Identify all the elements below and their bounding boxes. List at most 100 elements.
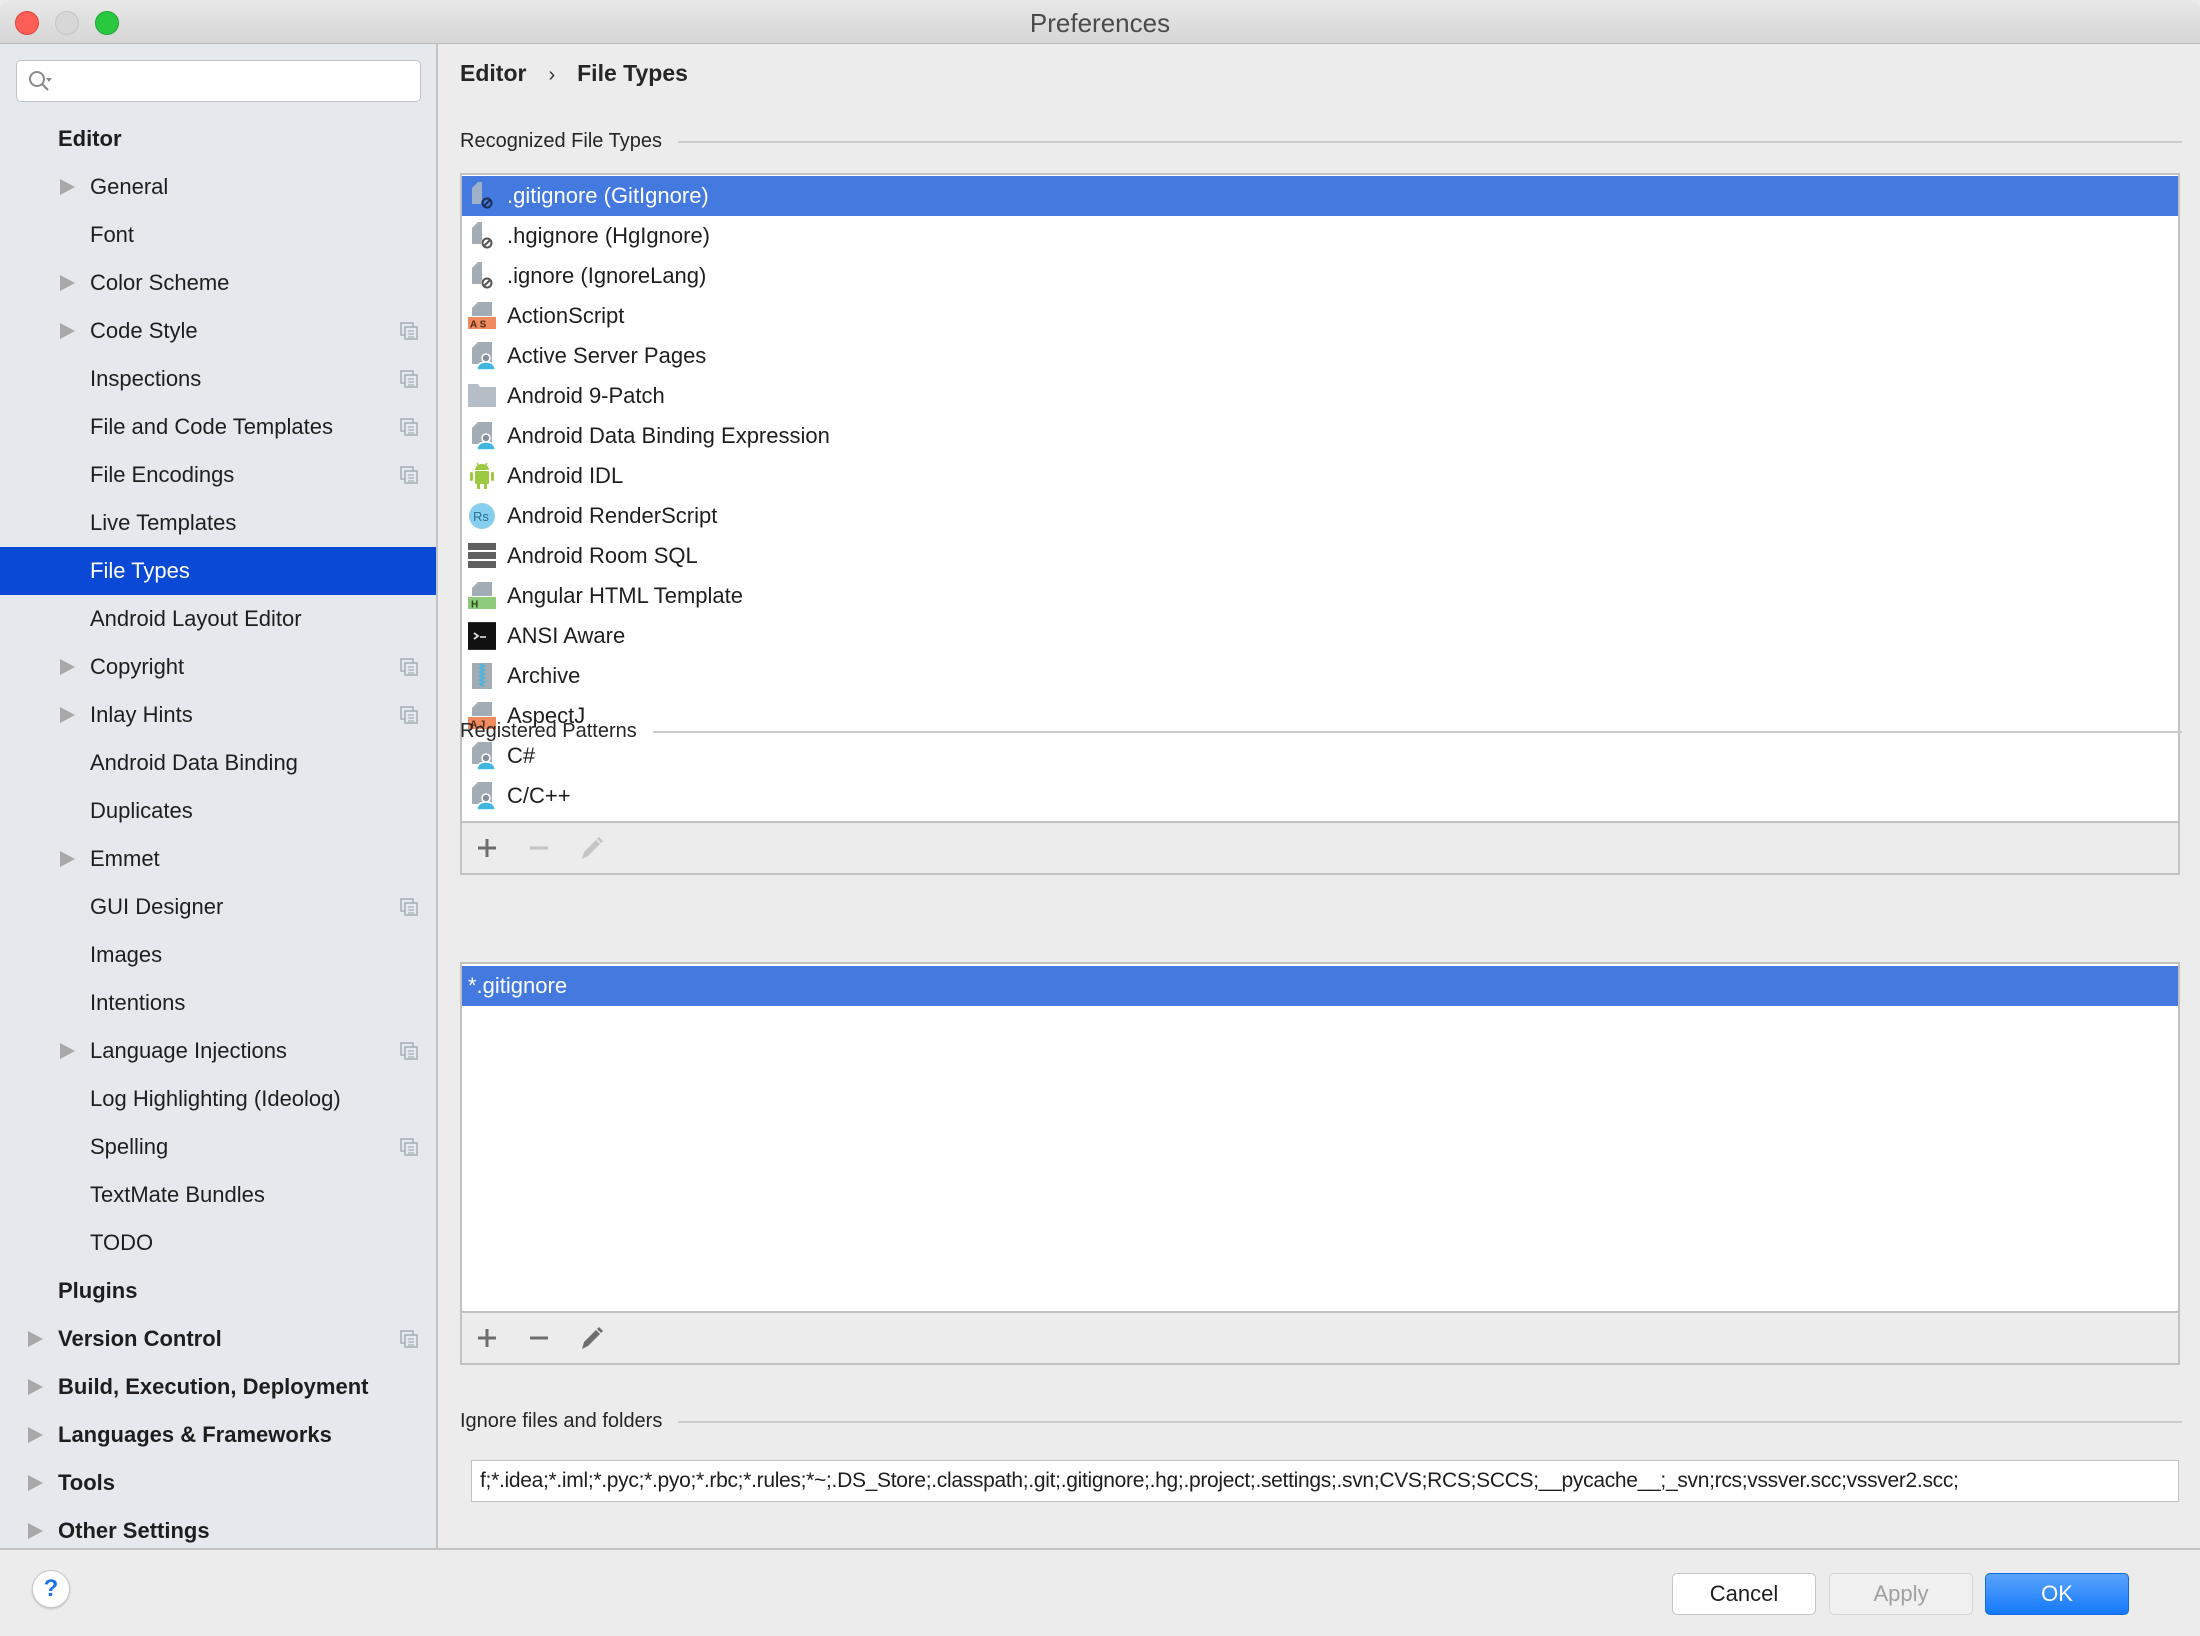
window-title: Preferences xyxy=(1029,8,1171,38)
recognized-file-types-label: Recognized File Types xyxy=(460,130,662,152)
custom-file-icon xyxy=(472,342,496,370)
sidebar-item-android-layout-editor[interactable]: Android Layout Editor xyxy=(0,595,436,643)
sidebar-item-todo[interactable]: TODO xyxy=(0,1219,436,1267)
file-type-row[interactable]: .hgignore (HgIgnore) xyxy=(462,216,2178,256)
sidebar-item-label: Version Control xyxy=(58,1326,222,1351)
sidebar-item-general[interactable]: General xyxy=(0,163,436,211)
file-type-row[interactable]: H Angular HTML Template xyxy=(462,576,2178,616)
sidebar-item-intentions[interactable]: Intentions xyxy=(0,979,436,1027)
file-type-row[interactable]: Archive xyxy=(462,656,2178,696)
custom-file-icon xyxy=(472,782,496,810)
sidebar-item-label: Log Highlighting (Ideolog) xyxy=(90,1086,341,1111)
sidebar-item-android-data-binding[interactable]: Android Data Binding xyxy=(0,739,436,787)
sidebar-item-live-templates[interactable]: Live Templates xyxy=(0,499,436,547)
sidebar-item-label: Editor xyxy=(58,126,122,151)
sidebar-item-language-injections[interactable]: Language Injections xyxy=(0,1027,436,1075)
sidebar-item-font[interactable]: Font xyxy=(0,211,436,259)
file-type-row[interactable]: C/C++ xyxy=(462,776,2178,816)
add-file-type-button[interactable] xyxy=(474,835,500,861)
section-divider xyxy=(678,1420,2182,1423)
sidebar-item-log-highlighting-ideolog[interactable]: Log Highlighting (Ideolog) xyxy=(0,1075,436,1123)
sidebar-item-emmet[interactable]: Emmet xyxy=(0,835,436,883)
sidebar-item-label: Emmet xyxy=(90,846,160,871)
pattern-row[interactable]: *.gitignore xyxy=(462,966,2178,1006)
sidebar-item-code-style[interactable]: Code Style xyxy=(0,307,436,355)
sidebar-item-label: Build, Execution, Deployment xyxy=(58,1374,369,1399)
sidebar-item-tools[interactable]: Tools xyxy=(0,1459,436,1507)
sidebar-item-color-scheme[interactable]: Color Scheme xyxy=(0,259,436,307)
project-settings-icon xyxy=(400,370,418,388)
sidebar-item-inspections[interactable]: Inspections xyxy=(0,355,436,403)
sidebar-item-label: Intentions xyxy=(90,990,186,1015)
expand-arrow-icon[interactable] xyxy=(28,1331,43,1347)
sidebar-item-plugins[interactable]: Plugins xyxy=(0,1267,436,1315)
sidebar-item-label: Inspections xyxy=(90,366,202,391)
recognized-toolbar xyxy=(460,823,2180,875)
file-type-row[interactable]: .gitignore (GitIgnore) xyxy=(462,176,2178,216)
sidebar-item-label: File Types xyxy=(90,558,190,583)
expand-arrow-icon[interactable] xyxy=(28,1475,43,1491)
expand-arrow-icon[interactable] xyxy=(28,1523,43,1539)
file-type-label: ActionScript xyxy=(507,303,625,328)
cancel-button[interactable]: Cancel xyxy=(1672,1573,1816,1615)
sidebar-item-copyright[interactable]: Copyright xyxy=(0,643,436,691)
expand-arrow-icon[interactable] xyxy=(60,659,75,675)
file-type-row[interactable]: Android 9-Patch xyxy=(462,376,2178,416)
file-type-row[interactable]: Android Room SQL xyxy=(462,536,2178,576)
sidebar-item-label: File Encodings xyxy=(90,462,235,487)
sidebar-item-build-execution-deployment[interactable]: Build, Execution, Deployment xyxy=(0,1363,436,1411)
ok-button[interactable]: OK xyxy=(1985,1573,2129,1615)
help-button[interactable]: ? xyxy=(32,1570,70,1608)
sidebar-item-languages-frameworks[interactable]: Languages & Frameworks xyxy=(0,1411,436,1459)
edit-pattern-button[interactable] xyxy=(578,1325,604,1351)
file-type-label: Angular HTML Template xyxy=(507,583,743,608)
settings-search-input[interactable] xyxy=(16,60,421,102)
sidebar-item-editor[interactable]: Editor xyxy=(0,115,436,163)
sidebar-item-label: Code Style xyxy=(90,318,198,343)
sidebar-item-duplicates[interactable]: Duplicates xyxy=(0,787,436,835)
ignore-file-icon xyxy=(472,262,493,289)
svg-text:A S: A S xyxy=(470,320,487,331)
apply-button[interactable]: Apply xyxy=(1829,1573,1973,1615)
registered-patterns-list[interactable]: *.gitignore xyxy=(460,962,2180,1313)
file-type-row[interactable]: Rs Android RenderScript xyxy=(462,496,2178,536)
file-type-row[interactable]: Active Server Pages xyxy=(462,336,2178,376)
sidebar-item-inlay-hints[interactable]: Inlay Hints xyxy=(0,691,436,739)
expand-arrow-icon[interactable] xyxy=(60,707,75,723)
sidebar-item-images[interactable]: Images xyxy=(0,931,436,979)
file-type-row[interactable]: .ignore (IgnoreLang) xyxy=(462,256,2178,296)
expand-arrow-icon[interactable] xyxy=(60,323,75,339)
title-bar: Preferences xyxy=(0,0,2200,44)
sidebar-item-label: Plugins xyxy=(58,1278,138,1303)
file-type-row[interactable]: A S ActionScript xyxy=(462,296,2178,336)
expand-arrow-icon[interactable] xyxy=(60,1043,75,1059)
ignore-files-input[interactable]: f;*.idea;*.iml;*.pyc;*.pyo;*.rbc;*.rules… xyxy=(471,1460,2179,1502)
edit-file-type-button[interactable] xyxy=(578,835,604,861)
expand-arrow-icon[interactable] xyxy=(28,1427,43,1443)
breadcrumb-current: File Types xyxy=(577,60,688,86)
remove-file-type-button[interactable] xyxy=(526,835,552,861)
sidebar-item-file-encodings[interactable]: File Encodings xyxy=(0,451,436,499)
file-type-label: Android 9-Patch xyxy=(507,383,665,408)
sidebar-item-file-and-code-templates[interactable]: File and Code Templates xyxy=(0,403,436,451)
add-pattern-button[interactable] xyxy=(474,1325,500,1351)
expand-arrow-icon[interactable] xyxy=(60,851,75,867)
file-type-row[interactable]: ANSI Aware xyxy=(462,616,2178,656)
ignore-files-header: Ignore files and folders xyxy=(460,1410,2182,1433)
sidebar-item-textmate-bundles[interactable]: TextMate Bundles xyxy=(0,1171,436,1219)
breadcrumb-parent[interactable]: Editor xyxy=(460,60,526,90)
sidebar-item-version-control[interactable]: Version Control xyxy=(0,1315,436,1363)
sidebar-item-spelling[interactable]: Spelling xyxy=(0,1123,436,1171)
remove-pattern-button[interactable] xyxy=(526,1325,552,1351)
svg-text:H: H xyxy=(471,600,478,611)
expand-arrow-icon[interactable] xyxy=(28,1379,43,1395)
file-type-row[interactable]: Android Data Binding Expression xyxy=(462,416,2178,456)
search-icon xyxy=(29,71,52,91)
file-type-row[interactable]: Android IDL xyxy=(462,456,2178,496)
sidebar-item-file-types[interactable]: File Types xyxy=(0,547,436,595)
sidebar-item-label: Language Injections xyxy=(90,1038,287,1063)
sidebar-item-gui-designer[interactable]: GUI Designer xyxy=(0,883,436,931)
expand-arrow-icon[interactable] xyxy=(60,179,75,195)
sidebar-item-label: Live Templates xyxy=(90,510,237,535)
expand-arrow-icon[interactable] xyxy=(60,275,75,291)
